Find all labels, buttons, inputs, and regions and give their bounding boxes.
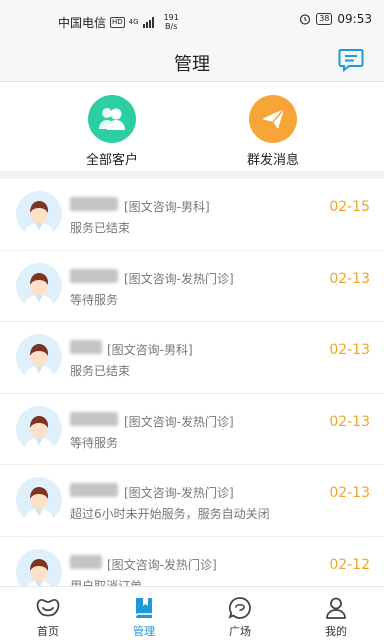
avatar [16, 548, 62, 586]
all-customers-button[interactable]: 全部客户 [62, 95, 162, 168]
service-status: 等待服务 [70, 435, 119, 450]
speed-value: 191 [163, 13, 179, 22]
service-status: 超过6小时未开始服务，服务自动关闭 [70, 507, 270, 521]
customer-name-redacted [70, 340, 102, 354]
service-status: 服务已结束 [70, 221, 131, 235]
bottom-tab-bar: 首页 管理 广场 我的 [0, 586, 384, 640]
conversation-list: [图文咨询-男科] 服务已结束 02-15 [图文咨询-发热门诊] 等待服务 0… [0, 179, 384, 586]
list-item[interactable]: [图文咨询-发热门诊] 用户取消订单 02-12 [0, 537, 384, 587]
customer-name-redacted [70, 268, 118, 283]
customer-name-redacted [70, 411, 118, 426]
consult-tag: [图文咨询-发热门诊] [124, 271, 234, 286]
quick-actions: 全部客户 群发消息 [0, 83, 384, 179]
list-item[interactable]: [图文咨询-发热门诊] 超过6小时未开始服务，服务自动关闭 02-13 [0, 465, 384, 537]
tab-label: 管理 [133, 625, 155, 638]
consult-tag: [图文咨询-男科] [107, 343, 193, 357]
conversation-date: 02-13 [329, 270, 370, 287]
avatar [16, 477, 62, 523]
conversation-date: 02-13 [329, 485, 370, 501]
service-status: 用户取消订单 [70, 578, 143, 587]
alarm-icon [300, 14, 311, 25]
customer-name-redacted [70, 483, 118, 497]
paper-plane-icon [249, 95, 297, 143]
consult-tag: [图文咨询-发热门诊] [124, 486, 234, 500]
users-icon [88, 95, 136, 143]
tab-label: 广场 [229, 625, 251, 638]
conversation-date: 02-15 [329, 199, 370, 215]
customer-name-redacted [70, 197, 118, 211]
header: 管理 [0, 40, 384, 82]
customer-name-redacted [70, 554, 102, 569]
broadcast-message-button[interactable]: 群发消息 [223, 95, 323, 168]
broadcast-message-label: 群发消息 [246, 153, 299, 168]
tab-label: 首页 [37, 625, 59, 638]
chat-circle-icon [228, 597, 251, 619]
avatar [16, 191, 62, 237]
avatar [16, 262, 62, 309]
all-customers-label: 全部客户 [85, 153, 138, 168]
battery-level: 38 [316, 13, 333, 25]
list-item[interactable]: [图文咨询-男科] 服务已结束 02-15 [0, 179, 384, 251]
consult-tag: [图文咨询-发热门诊] [124, 414, 234, 429]
conversation-date: 02-13 [329, 342, 370, 358]
page-title: 管理 [174, 54, 210, 75]
tab-manage[interactable]: 管理 [96, 587, 192, 640]
hd-badge: HD [110, 16, 125, 28]
service-status: 服务已结束 [70, 364, 131, 378]
status-bar: 中国电信 HD 4G 191 B/s 38 09:53 [0, 0, 384, 40]
consult-tag: [图文咨询-男科] [124, 200, 210, 214]
tab-plaza[interactable]: 广场 [192, 587, 288, 640]
consult-tag: [图文咨询-发热门诊] [107, 557, 217, 572]
avatar [16, 405, 62, 452]
network-speed: 191 B/s [164, 13, 179, 31]
carrier-label: 中国电信 [58, 15, 107, 30]
smile-icon [36, 598, 60, 617]
book-icon [135, 598, 152, 618]
signal-icon [142, 16, 154, 28]
tab-profile[interactable]: 我的 [288, 587, 384, 640]
conversation-date: 02-13 [329, 413, 370, 430]
avatar [16, 334, 62, 380]
person-icon [326, 597, 346, 619]
speed-unit: B/s [165, 22, 178, 31]
tab-home[interactable]: 首页 [0, 587, 96, 640]
conversation-date: 02-12 [329, 556, 370, 573]
list-item[interactable]: [图文咨询-男科] 服务已结束 02-13 [0, 322, 384, 394]
service-status: 等待服务 [70, 292, 119, 307]
list-item[interactable]: [图文咨询-发热门诊] 等待服务 02-13 [0, 251, 384, 322]
chat-bubble-icon[interactable] [338, 48, 364, 72]
tab-label: 我的 [325, 625, 347, 638]
list-item[interactable]: [图文咨询-发热门诊] 等待服务 02-13 [0, 394, 384, 465]
network-label: 4G [128, 18, 139, 26]
clock: 09:53 [337, 12, 372, 26]
